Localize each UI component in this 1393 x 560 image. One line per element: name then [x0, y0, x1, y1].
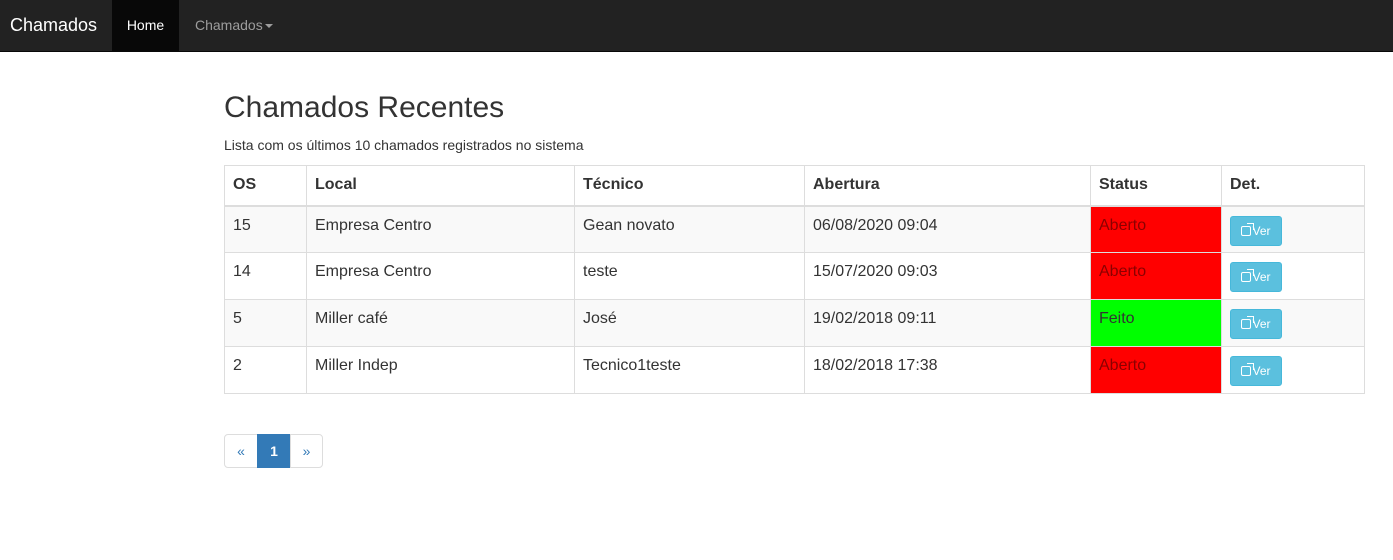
- cell-local: Empresa Centro: [306, 205, 575, 253]
- navbar-brand[interactable]: Chamados: [10, 15, 97, 35]
- cell-action: Ver: [1221, 205, 1365, 253]
- column-header-os: OS: [224, 165, 307, 207]
- cell-abertura: 18/02/2018 17:38: [804, 346, 1091, 394]
- cell-action: Ver: [1221, 346, 1365, 394]
- cell-tecnico: José: [574, 299, 805, 347]
- column-header-status: Status: [1090, 165, 1222, 207]
- external-link-icon: [1241, 363, 1255, 376]
- pagination-page-current[interactable]: 1: [257, 434, 291, 468]
- pagination-prev[interactable]: «: [224, 434, 258, 468]
- cell-tecnico: Tecnico1teste: [574, 346, 805, 394]
- view-button[interactable]: Ver: [1230, 309, 1282, 339]
- view-button-label: Ver: [1252, 364, 1271, 378]
- cell-abertura: 19/02/2018 09:11: [804, 299, 1091, 347]
- table-header-row: OS Local Técnico Abertura Status Det.: [224, 165, 1365, 207]
- cell-abertura: 06/08/2020 09:04: [804, 205, 1091, 253]
- cell-tecnico: Gean novato: [574, 205, 805, 253]
- nav-item-chamados-dropdown[interactable]: Chamados: [195, 0, 273, 51]
- cell-local: Miller café: [306, 299, 575, 347]
- cell-action: Ver: [1221, 252, 1365, 300]
- cell-os: 15: [224, 205, 307, 253]
- page-title: Chamados Recentes: [224, 91, 505, 124]
- external-link-icon: [1241, 316, 1255, 329]
- view-button-label: Ver: [1252, 223, 1271, 238]
- table-row: 15 Empresa Centro Gean novato 06/08/2020…: [224, 205, 1365, 253]
- pagination-next[interactable]: »: [290, 434, 323, 468]
- nav-item-chamados-label: Chamados: [195, 17, 263, 33]
- cell-status: Aberto: [1090, 252, 1222, 300]
- pagination: « 1 »: [224, 434, 323, 468]
- view-button[interactable]: Ver: [1230, 215, 1282, 246]
- tickets-table: OS Local Técnico Abertura Status Det. 15…: [224, 165, 1365, 394]
- view-button[interactable]: Ver: [1230, 356, 1282, 386]
- cell-tecnico: teste: [574, 252, 805, 300]
- table-row: 5 Miller café José 19/02/2018 09:11 Feit…: [224, 299, 1365, 347]
- cell-os: 2: [224, 346, 307, 394]
- external-link-icon: [1241, 269, 1255, 282]
- table-row: 14 Empresa Centro teste 15/07/2020 09:03…: [224, 252, 1365, 300]
- top-navbar: Chamados Home Chamados: [0, 0, 1393, 52]
- cell-status: Aberto: [1090, 346, 1222, 394]
- page-subtitle: Lista com os últimos 10 chamados registr…: [224, 137, 584, 153]
- view-button-label: Ver: [1252, 317, 1271, 331]
- cell-os: 5: [224, 299, 307, 347]
- column-header-details: Det.: [1221, 165, 1365, 207]
- column-header-abertura: Abertura: [804, 165, 1091, 207]
- cell-os: 14: [224, 252, 307, 300]
- cell-status: Feito: [1090, 299, 1222, 347]
- cell-status: Aberto: [1090, 205, 1222, 253]
- nav-item-home[interactable]: Home: [112, 0, 179, 51]
- column-header-local: Local: [306, 165, 575, 207]
- cell-local: Miller Indep: [306, 346, 575, 394]
- column-header-tecnico: Técnico: [574, 165, 805, 207]
- cell-action: Ver: [1221, 299, 1365, 347]
- cell-local: Empresa Centro: [306, 252, 575, 300]
- view-button-label: Ver: [1252, 270, 1271, 284]
- table-row: 2 Miller Indep Tecnico1teste 18/02/2018 …: [224, 346, 1365, 394]
- cell-abertura: 15/07/2020 09:03: [804, 252, 1091, 300]
- external-link-icon: [1241, 222, 1255, 236]
- caret-down-icon: [264, 24, 273, 29]
- view-button[interactable]: Ver: [1230, 262, 1282, 292]
